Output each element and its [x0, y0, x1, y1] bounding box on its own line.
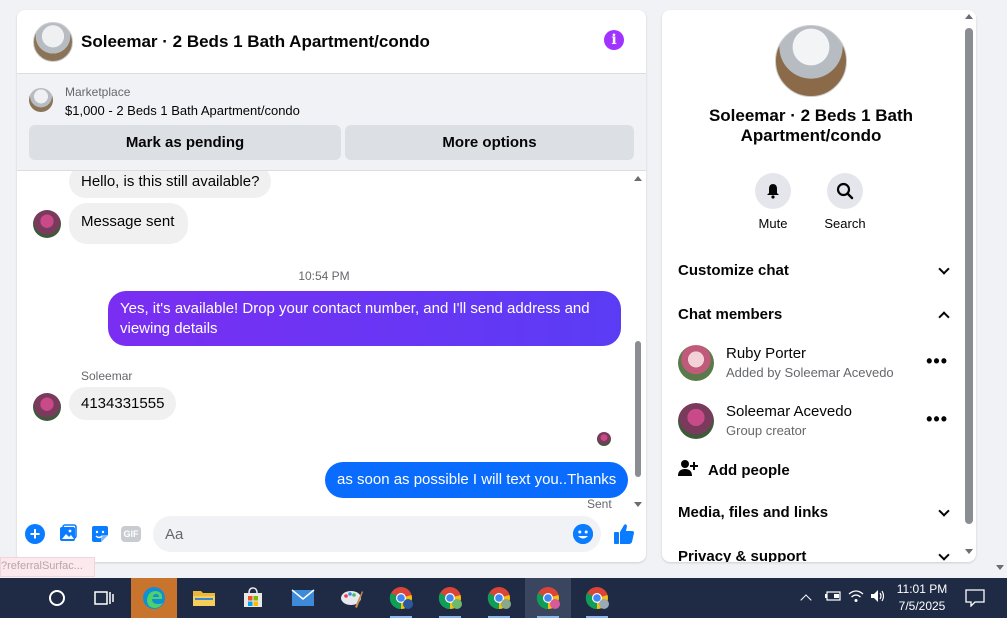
- chrome-profile-icon[interactable]: [427, 578, 473, 618]
- media-files-links-label: Media, files and links: [678, 504, 829, 521]
- scroll-thumb[interactable]: [965, 28, 973, 524]
- emoji-icon[interactable]: [573, 524, 593, 544]
- paint-icon[interactable]: [329, 578, 375, 618]
- search-button[interactable]: Search: [815, 173, 875, 231]
- more-icon[interactable]: •••: [926, 409, 948, 430]
- gif-icon[interactable]: GIF: [121, 526, 141, 542]
- message-status: Sent: [587, 497, 612, 511]
- system-tray: [798, 578, 886, 618]
- chrome-profile-icon[interactable]: [574, 578, 620, 618]
- messages-scrollbar[interactable]: [631, 171, 646, 512]
- message-input[interactable]: [153, 516, 601, 552]
- message-list[interactable]: Hello, is this still available? Message …: [17, 171, 631, 512]
- search-label: Search: [824, 216, 866, 231]
- member-subtitle: Group creator: [726, 423, 807, 438]
- chrome-profile-icon[interactable]: [378, 578, 424, 618]
- chrome-profile-icon[interactable]: [476, 578, 522, 618]
- more-icon[interactable]: •••: [926, 351, 948, 372]
- notification-icon[interactable]: [952, 578, 998, 618]
- page-scroll-down-arrow[interactable]: [996, 565, 1004, 570]
- info-icon[interactable]: i: [604, 30, 624, 50]
- volume-icon[interactable]: [870, 589, 886, 608]
- seen-indicator-avatar: [597, 432, 611, 446]
- taskbar: 11:01 PM 7/5/2025: [0, 578, 1007, 618]
- message-timestamp: 10:54 PM: [298, 269, 350, 283]
- marketplace-banner: Marketplace $1,000 - 2 Beds 1 Bath Apart…: [17, 73, 646, 171]
- taskbar-clock[interactable]: 11:01 PM 7/5/2025: [886, 581, 958, 615]
- cortana-icon[interactable]: [34, 578, 80, 618]
- message-bubble-incoming: Message sent: [69, 203, 189, 244]
- microsoft-store-icon[interactable]: [230, 578, 276, 618]
- photo-icon[interactable]: [58, 524, 78, 544]
- add-people-label: Add people: [708, 461, 790, 479]
- listing-title[interactable]: $1,000 - 2 Beds 1 Bath Apartment/condo: [65, 103, 300, 118]
- sticker-icon[interactable]: [90, 524, 110, 544]
- member-name: Ruby Porter: [726, 345, 807, 362]
- media-files-links-row[interactable]: Media, files and links: [678, 504, 950, 521]
- message-bubble-outgoing: as soon as possible I will text you..Tha…: [325, 462, 629, 498]
- edge-icon[interactable]: [131, 578, 177, 618]
- scroll-up-arrow[interactable]: [634, 176, 642, 181]
- chevron-down-icon: [938, 263, 950, 275]
- chrome-profile-icon[interactable]: [525, 578, 571, 618]
- chevron-up-icon: [938, 311, 950, 323]
- member-name: Soleemar Acevedo: [726, 403, 852, 420]
- scroll-down-arrow[interactable]: [965, 549, 973, 554]
- conversation-avatar[interactable]: [33, 21, 73, 62]
- message-bubble-outgoing: Yes, it's available! Drop your contact n…: [108, 291, 621, 346]
- chevron-down-icon: [938, 549, 950, 561]
- member-avatar[interactable]: [678, 403, 714, 439]
- marketplace-label: Marketplace: [65, 85, 131, 99]
- plus-icon[interactable]: +: [25, 524, 45, 544]
- task-view-icon[interactable]: [81, 578, 127, 618]
- sender-avatar[interactable]: [33, 393, 61, 421]
- add-person-icon: [678, 459, 698, 481]
- conversation-info-title: Soleemar · 2 Beds 1 Bath Apartment/condo: [708, 106, 914, 145]
- conversation-title[interactable]: Soleemar · 2 Beds 1 Bath Apartment/condo: [81, 32, 430, 52]
- member-item[interactable]: Soleemar Acevedo Group creator •••: [678, 401, 948, 441]
- scroll-thumb[interactable]: [635, 341, 641, 477]
- scroll-down-arrow[interactable]: [634, 502, 642, 507]
- mail-icon[interactable]: [280, 578, 326, 618]
- member-item[interactable]: Ruby Porter Added by Soleemar Acevedo ••…: [678, 343, 948, 383]
- chat-header: Soleemar · 2 Beds 1 Bath Apartment/condo…: [17, 10, 646, 73]
- listing-thumbnail[interactable]: [29, 88, 53, 112]
- conversation-avatar-large[interactable]: [775, 25, 847, 97]
- chat-members-label: Chat members: [678, 306, 783, 323]
- customize-chat-row[interactable]: Customize chat: [678, 262, 950, 279]
- mute-label: Mute: [758, 216, 788, 231]
- sender-name: Soleemar: [81, 369, 133, 383]
- privacy-support-row[interactable]: Privacy & support: [678, 548, 950, 562]
- search-icon: [827, 173, 863, 209]
- thumbs-up-icon[interactable]: [613, 522, 635, 546]
- add-people-button[interactable]: Add people: [678, 459, 790, 481]
- sender-avatar[interactable]: [33, 210, 61, 238]
- battery-icon[interactable]: [824, 589, 842, 607]
- message-bubble-incoming: 4134331555: [69, 387, 177, 420]
- clock-date: 7/5/2025: [898, 599, 946, 613]
- bell-icon: [755, 173, 791, 209]
- scroll-up-arrow[interactable]: [965, 14, 973, 19]
- customize-chat-label: Customize chat: [678, 262, 789, 279]
- conversation-info-panel: Soleemar · 2 Beds 1 Bath Apartment/condo…: [662, 10, 976, 562]
- chevron-up-icon[interactable]: [800, 594, 812, 606]
- mark-as-pending-button[interactable]: Mark as pending: [29, 125, 341, 160]
- info-panel-scrollbar[interactable]: [963, 10, 975, 562]
- more-options-button[interactable]: More options: [345, 125, 634, 160]
- mute-button[interactable]: Mute: [743, 173, 803, 231]
- chat-panel: Soleemar · 2 Beds 1 Bath Apartment/condo…: [17, 10, 646, 562]
- member-subtitle: Added by Soleemar Acevedo: [726, 365, 894, 380]
- url-tooltip: ?referralSurfac...: [0, 557, 95, 577]
- privacy-support-label: Privacy & support: [678, 548, 807, 562]
- chevron-down-icon: [938, 505, 950, 517]
- clock-time: 11:01 PM: [896, 582, 948, 596]
- composer: + GIF: [17, 512, 646, 562]
- message-bubble-incoming: Hello, is this still available?: [69, 171, 272, 198]
- member-avatar[interactable]: [678, 345, 714, 381]
- wifi-icon[interactable]: [848, 589, 864, 608]
- chat-members-row[interactable]: Chat members: [678, 306, 950, 323]
- file-explorer-icon[interactable]: [181, 578, 227, 618]
